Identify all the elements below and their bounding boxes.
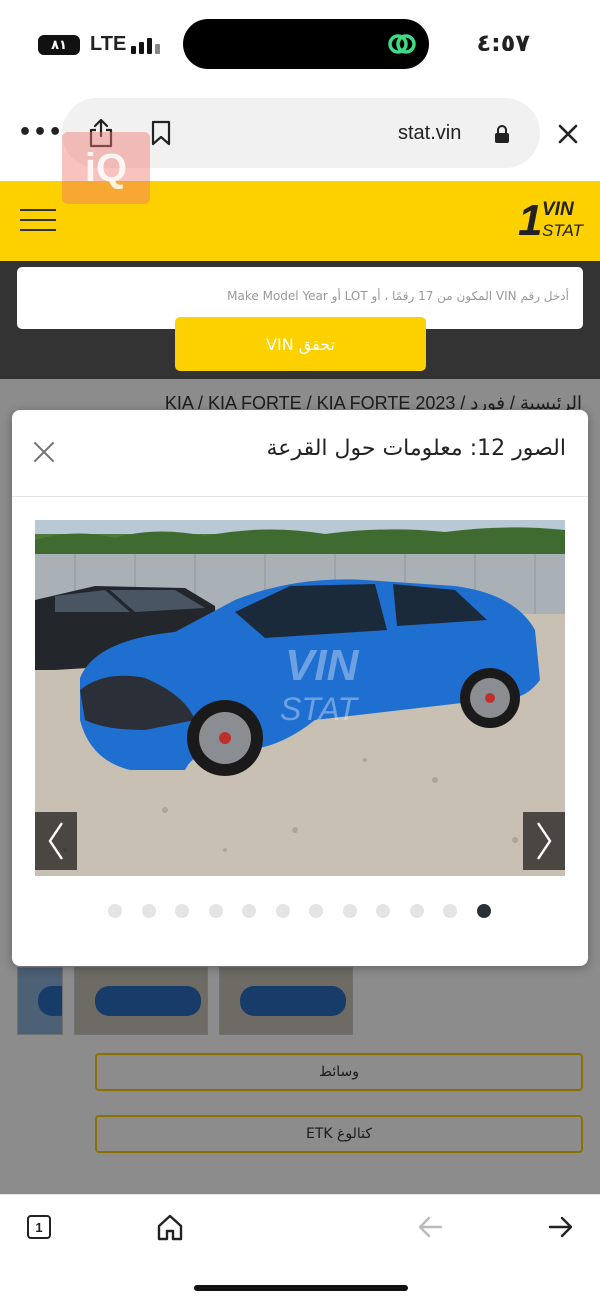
modal-title: الصور 12: معلومات حول القرعة: [266, 436, 566, 461]
search-placeholder: أدخل رقم VIN المكون من 17 رقمًا ، أو LOT…: [227, 289, 569, 303]
pagination-dot[interactable]: [443, 904, 457, 918]
pagination-dot[interactable]: [409, 904, 424, 918]
status-bar: ٨١ LTE ٤:٥٧: [0, 0, 600, 90]
close-icon[interactable]: [556, 122, 580, 146]
bookmark-icon[interactable]: [150, 120, 172, 146]
close-icon[interactable]: [32, 440, 56, 464]
chevron-left-icon: [48, 822, 63, 860]
watermark-logo: iQ: [62, 132, 150, 204]
forward-arrow-icon[interactable]: [548, 1215, 574, 1239]
battery-indicator: ٨١: [38, 35, 80, 55]
pagination-dot[interactable]: [242, 904, 256, 918]
divider: [12, 496, 588, 497]
photo-watermark-stat: STAT: [280, 691, 359, 727]
browser-toolbar: 1: [0, 1194, 600, 1304]
clock: ٤:٥٧: [476, 29, 530, 57]
car-photo[interactable]: VIN STAT: [35, 520, 565, 876]
pagination-dot[interactable]: [175, 904, 189, 918]
pagination-dot[interactable]: [141, 904, 156, 918]
pagination-dot[interactable]: [476, 904, 491, 918]
pagination-dot[interactable]: [309, 904, 323, 918]
previous-photo-button[interactable]: [35, 812, 77, 870]
next-photo-button[interactable]: [523, 812, 565, 870]
logo-stat: STAT: [542, 221, 583, 240]
network-type: LTE: [90, 33, 127, 55]
chevron-right-icon: [537, 822, 552, 860]
pagination-dot[interactable]: [108, 904, 122, 918]
back-arrow-icon[interactable]: [417, 1215, 443, 1239]
site-logo[interactable]: 1 VIN STAT: [518, 196, 583, 245]
photo-modal: الصور 12: معلومات حول القرعة VIN STAT: [12, 410, 588, 966]
check-vin-button[interactable]: تحقق VIN: [175, 317, 426, 371]
pagination-dot[interactable]: [208, 904, 223, 918]
home-indicator: [194, 1285, 408, 1291]
pagination-dot[interactable]: [376, 904, 390, 918]
logo-vin: VIN: [542, 199, 574, 220]
lock-icon: [495, 125, 509, 143]
link-icon: [388, 34, 416, 54]
logo-number: 1: [518, 196, 543, 245]
hamburger-icon[interactable]: [20, 209, 56, 231]
pagination-dot[interactable]: [275, 904, 290, 918]
url-text[interactable]: stat.vin: [398, 122, 461, 145]
home-icon[interactable]: [156, 1213, 184, 1241]
more-options-button[interactable]: •••: [18, 120, 63, 145]
photo-watermark-vin: VIN: [285, 641, 360, 690]
search-section: أدخل رقم VIN المكون من 17 رقمًا ، أو LOT…: [0, 261, 600, 379]
pagination-dot[interactable]: [342, 904, 357, 918]
tabs-button[interactable]: 1: [27, 1215, 51, 1239]
dynamic-island: [183, 19, 429, 69]
signal-icon: [131, 36, 163, 54]
